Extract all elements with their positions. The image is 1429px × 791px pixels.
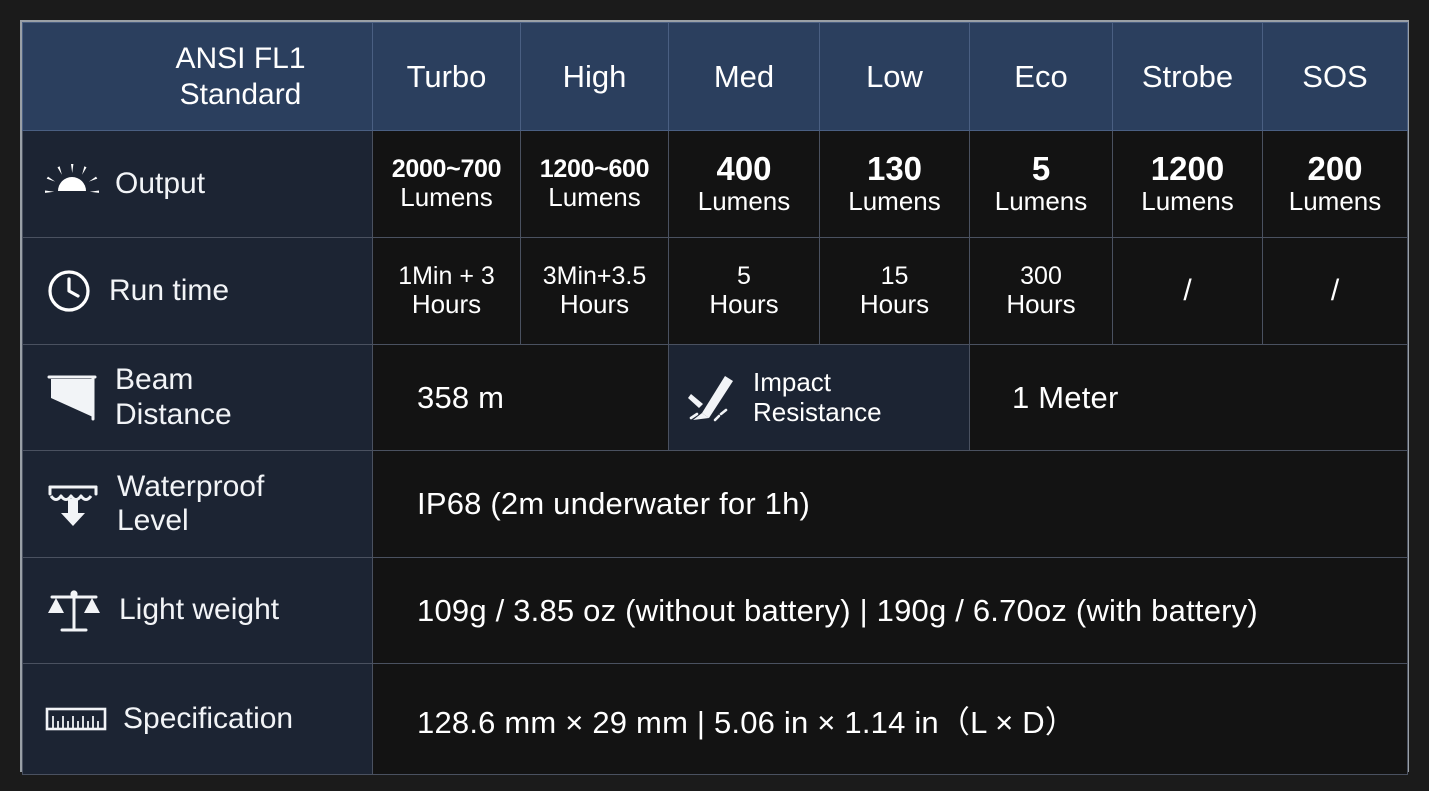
row-specification: Specification 128.6 mm × 29 mm | 5.06 in… <box>22 663 1408 775</box>
cell-runtime-strobe-amount: / <box>1183 274 1192 307</box>
cell-beam-distance-value: 358 m <box>372 344 669 451</box>
column-header-med: Med <box>668 22 820 131</box>
cell-runtime-med-amount: 5 <box>737 262 751 291</box>
column-header-low: Low <box>819 22 970 131</box>
cell-runtime-high-unit: Hours <box>559 289 630 320</box>
cell-runtime-sos: / <box>1262 237 1408 345</box>
ruler-icon <box>45 702 107 736</box>
cell-runtime-med: 5 Hours <box>668 237 820 345</box>
cell-runtime-turbo: 1Min + 3 Hours <box>372 237 521 345</box>
beam-distance-line2: Distance <box>115 397 232 431</box>
cell-output-eco-amount: 5 <box>1031 150 1051 188</box>
row-label-beam-distance: Beam Distance <box>22 344 373 451</box>
row-run-time: Run time 1Min + 3 Hours 3Min+3.5 Hours 5… <box>22 237 1408 345</box>
cell-output-low: 130 Lumens <box>819 130 970 238</box>
cell-output-high-unit: Lumens <box>548 182 641 213</box>
cell-output-eco: 5 Lumens <box>969 130 1113 238</box>
cell-waterproof-value: IP68 (2m underwater for 1h) <box>372 450 1408 558</box>
cell-output-eco-unit: Lumens <box>994 185 1088 216</box>
waterproof-line1: Waterproof <box>117 469 265 503</box>
row-label-run-time: Run time <box>22 237 373 345</box>
beam-cone-icon <box>45 373 99 423</box>
cell-output-low-unit: Lumens <box>848 185 941 216</box>
cell-runtime-low-unit: Hours <box>859 289 930 320</box>
cell-output-turbo-unit: Lumens <box>400 182 493 213</box>
cell-runtime-low: 15 Hours <box>819 237 970 345</box>
row-label-light-weight-text: Light weight <box>119 593 280 627</box>
cell-impact-resistance-value: 1 Meter <box>969 344 1408 451</box>
cell-runtime-sos-amount: / <box>1330 274 1340 307</box>
row-output: Output 2000~700 Lumens 1200~600 Lumens 4… <box>22 130 1408 238</box>
row-label-output-text: Output <box>115 166 206 200</box>
row-label-specification-text: Specification <box>123 701 294 735</box>
impact-resistance-label-text: Impact Resistance <box>753 366 882 427</box>
cell-output-med-unit: Lumens <box>697 185 791 216</box>
sunburst-icon <box>45 164 99 204</box>
cell-specification-value: 128.6 mm × 29 mm | 5.06 in × 1.14 in（L ×… <box>372 663 1408 775</box>
impact-resistance-line2: Resistance <box>753 396 882 427</box>
cell-output-sos-unit: Lumens <box>1288 185 1382 216</box>
cell-runtime-eco-amount: 300 <box>1020 262 1062 291</box>
ansi-fl1-spec-table: ANSI FL1 Standard Turbo High Med Low Eco… <box>22 22 1408 775</box>
waterproof-line2: Level <box>117 504 189 537</box>
cell-runtime-eco-unit: Hours <box>1006 289 1076 320</box>
impact-resistance-line1: Impact <box>753 366 832 397</box>
cell-runtime-high: 3Min+3.5 Hours <box>520 237 669 345</box>
header-standard-line2: Standard <box>179 77 302 111</box>
row-label-light-weight: Light weight <box>22 557 373 664</box>
cell-output-strobe-amount: 1200 <box>1150 150 1225 188</box>
cell-runtime-strobe: / <box>1112 237 1263 345</box>
cell-output-sos: 200 Lumens <box>1262 130 1408 238</box>
cell-light-weight-value: 109g / 3.85 oz (without battery) | 190g … <box>372 557 1408 664</box>
row-label-waterproof-text: Waterproof Level <box>117 470 264 538</box>
row-label-beam-distance-text: Beam Distance <box>115 363 232 431</box>
column-header-turbo: Turbo <box>372 22 521 131</box>
clock-icon <box>45 267 93 315</box>
cell-output-med: 400 Lumens <box>668 130 820 238</box>
cell-output-strobe-unit: Lumens <box>1141 185 1234 216</box>
cell-runtime-turbo-unit: Hours <box>411 289 482 320</box>
cell-output-turbo: 2000~700 Lumens <box>372 130 521 238</box>
falling-flashlight-icon <box>685 370 741 426</box>
row-light-weight: Light weight 109g / 3.85 oz (without bat… <box>22 557 1408 664</box>
cell-runtime-high-amount: 3Min+3.5 <box>542 262 647 291</box>
cell-runtime-turbo-amount: 1Min + 3 <box>398 262 495 291</box>
cell-output-sos-amount: 200 <box>1307 150 1363 188</box>
column-header-high: High <box>520 22 669 131</box>
header-standard-line1: ANSI FL1 <box>175 42 306 76</box>
balance-scale-icon <box>45 586 103 636</box>
row-waterproof-level: Waterproof Level IP68 (2m underwater for… <box>22 450 1408 558</box>
impact-resistance-label-cell: Impact Resistance <box>668 344 970 451</box>
cell-runtime-med-unit: Hours <box>709 289 779 320</box>
cell-output-high-amount: 1200~600 <box>539 155 650 184</box>
row-label-run-time-text: Run time <box>109 273 230 307</box>
row-label-waterproof-level: Waterproof Level <box>22 450 373 558</box>
cell-runtime-eco: 300 Hours <box>969 237 1113 345</box>
row-label-specification: Specification <box>22 663 373 775</box>
cell-output-strobe: 1200 Lumens <box>1112 130 1263 238</box>
row-label-output: Output <box>22 130 373 238</box>
header-standard-label: ANSI FL1 Standard <box>22 22 373 131</box>
beam-distance-line1: Beam <box>115 363 194 397</box>
cell-output-low-amount: 130 <box>866 150 923 188</box>
column-header-sos: SOS <box>1262 22 1408 131</box>
table-header-row: ANSI FL1 Standard Turbo High Med Low Eco… <box>22 22 1408 131</box>
specification-sheet: ANSI FL1 Standard Turbo High Med Low Eco… <box>20 20 1409 775</box>
row-beam-distance: Beam Distance 358 m Impact Resistance 1 … <box>22 344 1408 451</box>
column-header-strobe: Strobe <box>1112 22 1263 131</box>
cell-runtime-low-amount: 15 <box>880 262 909 291</box>
water-drop-arrow-icon <box>45 479 101 529</box>
cell-output-med-amount: 400 <box>716 150 772 188</box>
column-header-eco: Eco <box>969 22 1113 131</box>
cell-output-high: 1200~600 Lumens <box>520 130 669 238</box>
cell-output-turbo-amount: 2000~700 <box>391 155 502 184</box>
